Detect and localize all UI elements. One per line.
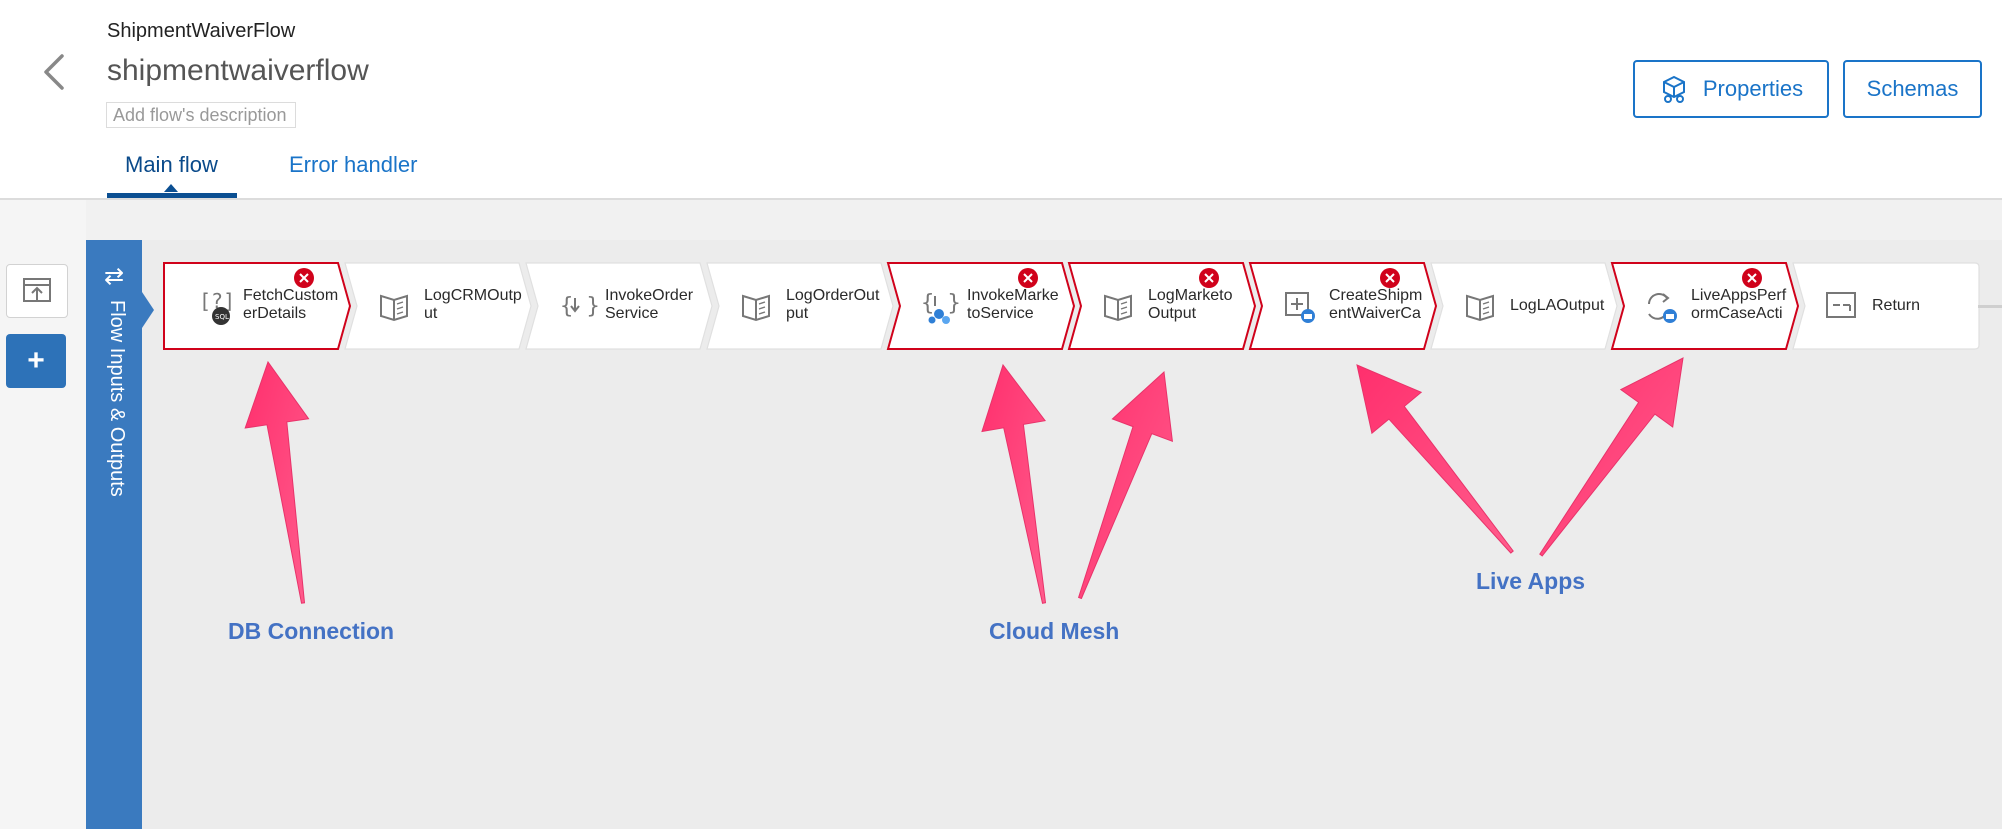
flow-step-label: LogMarketo Output bbox=[1148, 287, 1233, 323]
flow-step-label: InvokeOrder Service bbox=[605, 287, 693, 323]
flow-step-label: CreateShipm entWaiverCa bbox=[1329, 287, 1422, 323]
invoke-service-icon: { } bbox=[560, 294, 600, 319]
svg-text:{ }: { } bbox=[560, 294, 600, 319]
flow-step-label: LogLAOutput bbox=[1510, 297, 1604, 315]
flow-step-label-line: toService bbox=[967, 305, 1034, 322]
flow-step-label-line: Output bbox=[1148, 305, 1197, 322]
error-badge-icon bbox=[294, 268, 314, 288]
annotation-arrow bbox=[1077, 370, 1173, 600]
flow-step-label: LogCRMOutp ut bbox=[424, 287, 522, 323]
flow-step-label-line: Service bbox=[605, 305, 659, 322]
annotation-cloud-mesh: Cloud Mesh bbox=[989, 618, 1120, 644]
error-badge-icon bbox=[1199, 268, 1219, 288]
annotation-arrow bbox=[981, 363, 1047, 604]
flow-continuation-line bbox=[1978, 305, 2002, 308]
annotation-live-apps: Live Apps bbox=[1476, 568, 1586, 594]
flow-step-label-line: LogOrderOut bbox=[786, 287, 880, 304]
flow-step-label: LogOrderOut put bbox=[786, 287, 879, 323]
error-badge-icon bbox=[1018, 268, 1038, 288]
flow-step-label-line: ut bbox=[424, 305, 438, 322]
flow-step-label: LiveAppsPerf ormCaseActi bbox=[1691, 287, 1786, 323]
annotation-db-connection: DB Connection bbox=[228, 618, 395, 644]
flow-step-label-line: InvokeMarke bbox=[967, 287, 1059, 304]
flow-step-label-line: LogLAOutput bbox=[1510, 297, 1605, 314]
flow-step-label-line: CreateShipm bbox=[1329, 287, 1423, 304]
flow-step-label-line: Return bbox=[1872, 297, 1921, 314]
flow-step-label-line: LogCRMOutp bbox=[424, 287, 522, 304]
flow-step-label-line: entWaiverCa bbox=[1329, 305, 1421, 322]
flow-step-label-line: LogMarketo bbox=[1148, 287, 1233, 304]
flow-step-label-line: put bbox=[786, 305, 809, 322]
flow-step-label-line: FetchCustom bbox=[243, 287, 339, 304]
svg-text:SQL: SQL bbox=[215, 313, 229, 321]
flow-step-label-line: LiveAppsPerf bbox=[1691, 287, 1787, 304]
flow-diagram: [?]SQL{ }{ } bbox=[163, 262, 1980, 604]
flow-step-label-line: ormCaseActi bbox=[1691, 305, 1783, 322]
annotation-arrow bbox=[1539, 357, 1684, 557]
annotation-arrow bbox=[1356, 364, 1514, 554]
annotation-arrow bbox=[244, 360, 310, 604]
error-badge-icon bbox=[1742, 268, 1762, 288]
flow-step-label: FetchCustom erDetails bbox=[243, 287, 338, 323]
flow-step-label: Return bbox=[1872, 297, 1920, 315]
flow-step-label-line: erDetails bbox=[243, 305, 307, 322]
error-badge-icon bbox=[1380, 268, 1400, 288]
flow-step-label-line: InvokeOrder bbox=[605, 287, 694, 304]
flow-step-label: InvokeMarke toService bbox=[967, 287, 1059, 323]
